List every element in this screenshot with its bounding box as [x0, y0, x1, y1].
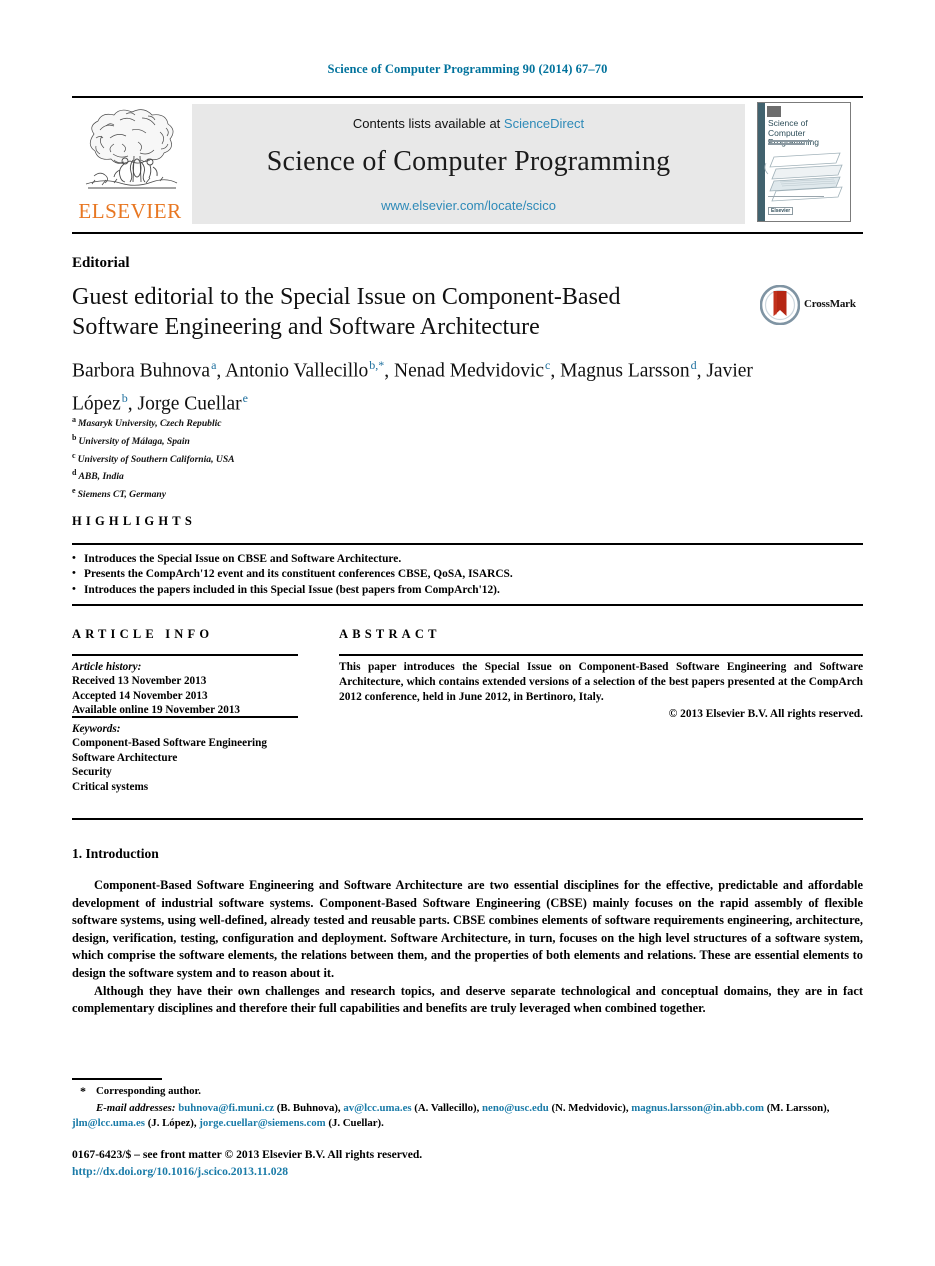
elsevier-tree-icon — [80, 104, 182, 198]
corresponding-author-note: Corresponding author. — [96, 1085, 201, 1097]
abstract-text: This paper introduces the Special Issue … — [339, 661, 863, 704]
section-heading-introduction: 1. Introduction — [72, 846, 159, 861]
running-head: Science of Computer Programming 90 (2014… — [327, 62, 608, 76]
footnotes-block: * Corresponding author. E-mail addresses… — [72, 1084, 863, 1132]
elsevier-wordmark: ELSEVIER — [78, 199, 182, 223]
author-affiliation-mark: a — [211, 358, 217, 372]
affiliation-text: Masaryk University, Czech Republic — [78, 418, 222, 430]
author-affiliation-mark: b,* — [369, 358, 385, 372]
email-link[interactable]: av@lcc.uma.es — [343, 1102, 411, 1114]
keyword-item: Software Architecture — [72, 751, 178, 764]
article-info-rule-top — [72, 654, 298, 656]
crossmark-icon — [759, 284, 801, 326]
journal-url-link[interactable]: www.elsevier.com/locate/scico — [192, 198, 745, 213]
body-paragraphs: Component-Based Software Engineering and… — [72, 877, 863, 1018]
email-link[interactable]: jorge.cuellar@siemens.com — [199, 1117, 325, 1129]
abstract-copyright: © 2013 Elsevier B.V. All rights reserved… — [668, 708, 863, 720]
email-link[interactable]: neno@usc.edu — [482, 1102, 549, 1114]
sciencedirect-link[interactable]: ScienceDirect — [504, 116, 584, 131]
email-link[interactable]: buhnova@fi.muni.cz — [178, 1102, 274, 1114]
author-name: Barbora Buhnova — [72, 360, 211, 382]
abstract-heading: ABSTRACT — [339, 627, 441, 641]
page-title: Guest editorial to the Special Issue on … — [72, 284, 621, 340]
body-paragraph: Component-Based Software Engineering and… — [72, 878, 863, 980]
masthead-bottom-rule — [72, 232, 863, 234]
highlights-top-rule — [72, 543, 863, 545]
elsevier-logo: ELSEVIER — [74, 104, 186, 224]
cover-publisher-badge: Elsevier — [768, 207, 794, 215]
email-link[interactable]: jlm@lcc.uma.es — [72, 1117, 145, 1129]
author-name: Antonio Vallecillo — [225, 360, 369, 382]
affiliation-list: a Masaryk University, Czech Republic b Univ… — [72, 413, 672, 502]
article-history-label: Article history: — [72, 661, 142, 673]
email-link[interactable]: magnus.larsson@in.abb.com — [631, 1102, 764, 1114]
sciencedirect-banner: Contents lists available at ScienceDirec… — [192, 104, 745, 224]
crossmark-label: CrossMark — [804, 298, 856, 310]
affiliation-text: University of Málaga, Spain — [78, 435, 190, 447]
keyword-item: Security — [72, 766, 112, 779]
article-info-rule-mid — [72, 716, 298, 718]
email-owner: (J. López), — [145, 1117, 200, 1129]
article-type: Editorial — [72, 255, 130, 271]
author-affiliation-mark: c — [545, 358, 551, 372]
email-owner: (M. Larsson), — [764, 1101, 830, 1114]
affiliation-item: d ABB, India — [72, 466, 672, 484]
keyword-item: Critical systems — [72, 780, 149, 793]
doi-link[interactable]: http://dx.doi.org/10.1016/j.scico.2013.1… — [72, 1165, 288, 1178]
cover-footer: Elsevier — [768, 195, 838, 217]
crossmark-badge[interactable]: CrossMark — [759, 284, 860, 327]
email-addresses-label: E-mail addresses: — [96, 1101, 179, 1114]
masthead-top-rule — [72, 96, 863, 98]
highlight-item: Introduces the papers included in this S… — [72, 582, 863, 598]
footnote-rule — [72, 1078, 162, 1080]
issn-front-matter: 0167-6423/$ – see front matter © 2013 El… — [72, 1148, 423, 1161]
contents-available-line: Contents lists available at ScienceDirec… — [192, 116, 745, 131]
highlights-heading: HIGHLIGHTS — [72, 514, 196, 528]
keyword-item: Component-Based Software Engineering — [72, 737, 267, 750]
article-info-rule-bottom — [72, 818, 863, 820]
affiliation-text: University of Southern California, USA — [77, 453, 235, 465]
abstract-rule-top — [339, 654, 863, 656]
affiliation-text: ABB, India — [78, 471, 124, 483]
author-affiliation-mark: b — [121, 390, 128, 405]
paper-page: Science of Computer Programming 90 (2014… — [0, 0, 935, 1266]
author-name: Nenad Medvidovic — [394, 360, 545, 382]
highlight-item: Presents the CompArch'12 event and its c… — [72, 566, 863, 582]
author-affiliation-mark: d — [690, 358, 697, 372]
cover-subtitle-lines — [768, 140, 842, 147]
email-addresses-note: E-mail addresses: buhnova@fi.muni.cz (B.… — [72, 1101, 863, 1132]
highlight-item: Introduces the Special Issue on CBSE and… — [72, 551, 863, 567]
article-info-heading: ARTICLE INFO — [72, 627, 214, 641]
author-affiliation-mark: e — [242, 390, 248, 405]
highlights-bottom-rule — [72, 604, 863, 606]
article-history-item: Received 13 November 2013 — [72, 675, 207, 688]
affiliation-item: c University of Southern California, USA — [72, 449, 672, 467]
body-paragraph: Although they have their own challenges … — [72, 983, 863, 1016]
journal-title: Science of Computer Programming — [266, 146, 671, 177]
author-name: Jorge Cuellar — [137, 393, 242, 414]
cover-publisher-mark — [767, 106, 781, 117]
journal-masthead: ELSEVIER Contents lists available at Sci… — [72, 96, 863, 234]
journal-cover-thumbnail[interactable]: Science of Computer Programming Elsevier — [757, 102, 851, 222]
article-keywords: Keywords: Component-Based Software Engine… — [72, 722, 312, 794]
affiliation-item: b University of Málaga, Spain — [72, 431, 672, 449]
article-history: Article history: Received 13 November 201… — [72, 660, 312, 718]
email-owner: (N. Medvidovic), — [548, 1101, 632, 1114]
article-history-item: Accepted 14 November 2013 — [72, 689, 208, 702]
email-owner: (B. Buhnova), — [274, 1101, 344, 1114]
author-name: Magnus Larsson — [560, 360, 690, 382]
email-owner: (J. Cuellar). — [325, 1117, 384, 1129]
affiliation-item: a Masaryk University, Czech Republic — [72, 413, 672, 431]
affiliation-item: e Siemens CT, Germany — [72, 484, 672, 502]
contents-available-text: Contents lists available at — [352, 116, 504, 131]
email-owner: (A. Vallecillo), — [411, 1101, 483, 1114]
corresponding-author-marker: * — [80, 1084, 86, 1098]
keywords-label: Keywords: — [72, 723, 121, 735]
highlights-list: Introduces the Special Issue on CBSE and… — [72, 551, 863, 598]
affiliation-text: Siemens CT, Germany — [77, 489, 166, 501]
author-list: Barbora Buhnovaa, Antonio Vallecillob,*,… — [72, 358, 753, 414]
